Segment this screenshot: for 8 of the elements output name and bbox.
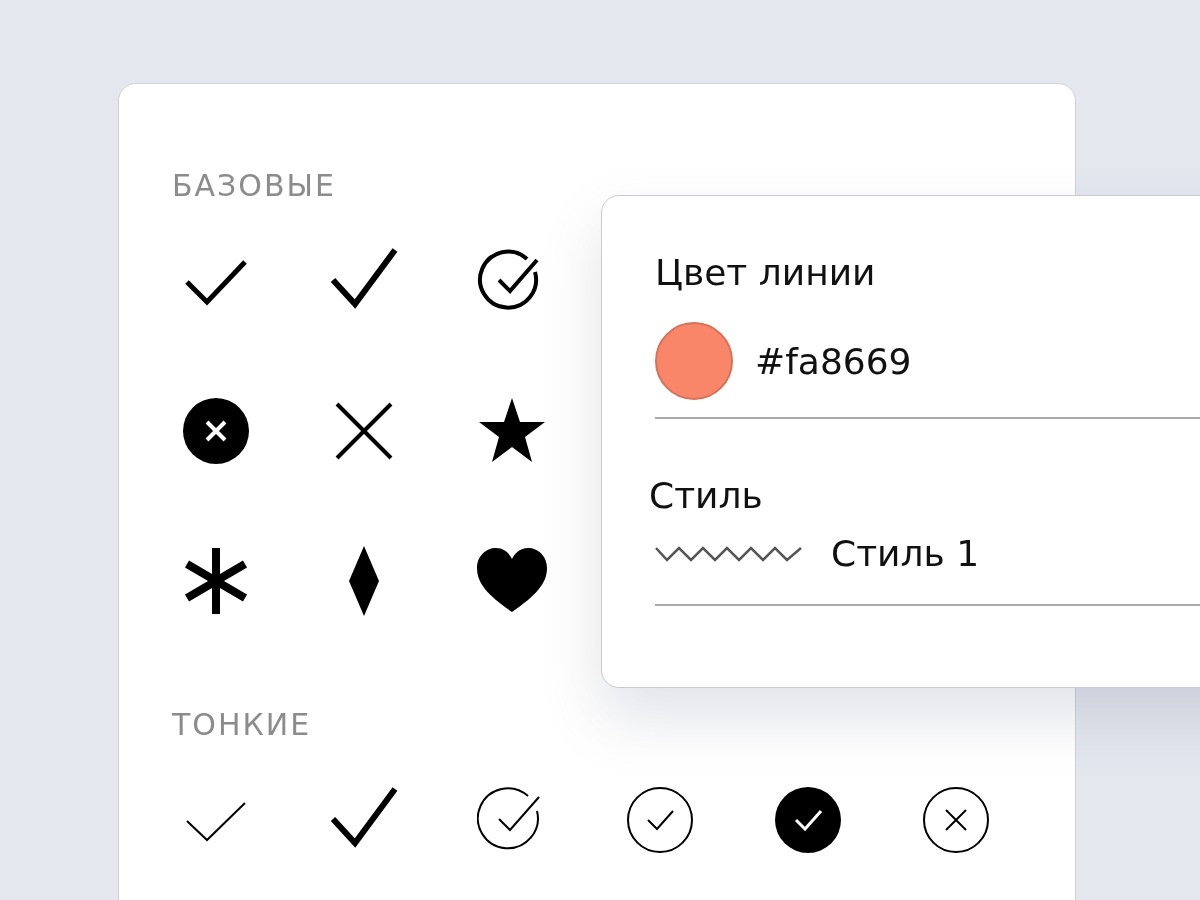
color-value: #fa8669 bbox=[755, 340, 912, 382]
section-heading: ТОНКИЕ bbox=[172, 707, 313, 743]
field-label: Стиль bbox=[649, 474, 764, 518]
style-field[interactable]: Стиль 1 bbox=[655, 533, 1200, 606]
color-field[interactable]: #fa8669 bbox=[655, 322, 1200, 419]
style-value: Стиль 1 bbox=[831, 533, 980, 574]
section-heading: БАЗОВЫЕ bbox=[172, 168, 337, 204]
field-label: Цвет линии bbox=[655, 251, 877, 295]
